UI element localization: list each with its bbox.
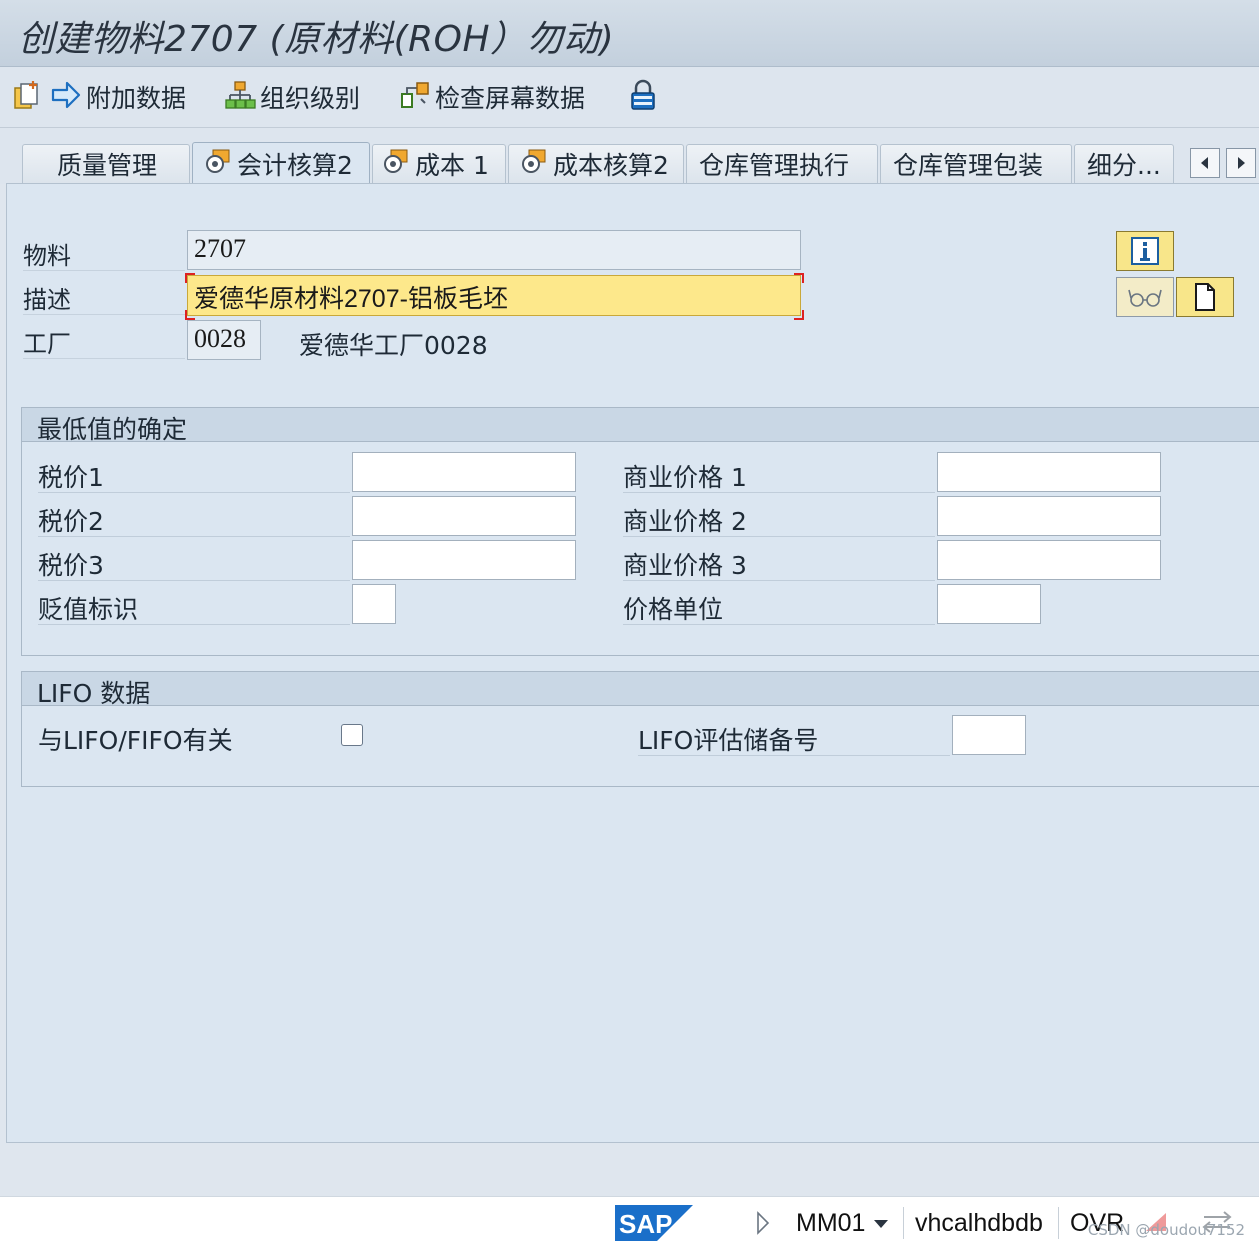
tab-label: 会计核算2 bbox=[237, 151, 353, 180]
settings-folder-icon bbox=[521, 148, 547, 180]
transaction-dropdown[interactable] bbox=[872, 1215, 890, 1234]
document-button[interactable] bbox=[1176, 277, 1234, 317]
focus-corner bbox=[794, 273, 804, 283]
settings-folder-icon bbox=[205, 148, 231, 180]
description-label: 描述 bbox=[23, 280, 185, 315]
arrow-right-icon bbox=[50, 79, 82, 115]
price-unit-field[interactable] bbox=[937, 584, 1041, 624]
info-button[interactable] bbox=[1116, 231, 1174, 271]
glasses-icon bbox=[1128, 289, 1162, 307]
tax-price-3-field[interactable] bbox=[352, 540, 576, 580]
tab-costing-1[interactable]: 成本 1 bbox=[372, 144, 506, 183]
tax-price-2-field[interactable] bbox=[352, 496, 576, 536]
tab-label: 仓库管理包装 bbox=[893, 151, 1044, 180]
sap-logo-text: SAP bbox=[619, 1209, 672, 1239]
caret-left-icon bbox=[1201, 157, 1208, 169]
caret-right-icon bbox=[1238, 157, 1245, 169]
lifo-pool-label: LIFO评估储备号 bbox=[638, 721, 950, 756]
tax-price-3-label: 税价3 bbox=[38, 546, 350, 581]
tab-label: 质量管理 bbox=[57, 151, 158, 180]
status-separator bbox=[903, 1207, 904, 1239]
title-bar: 创建物料2707 (原材料(ROH）勿动) bbox=[0, 0, 1259, 67]
new-entry-button[interactable] bbox=[12, 79, 44, 115]
tab-quality-management[interactable]: 质量管理 bbox=[22, 144, 190, 183]
tax-price-1-field[interactable] bbox=[352, 452, 576, 492]
tab-label: 仓库管理执行 bbox=[699, 151, 850, 180]
tab-more[interactable]: 细分... bbox=[1074, 144, 1174, 183]
lifo-relevant-checkbox[interactable] bbox=[341, 724, 363, 746]
check-screen-icon bbox=[399, 79, 431, 115]
chevron-down-icon bbox=[874, 1220, 888, 1228]
check-screen-data-button[interactable]: 检查屏幕数据 bbox=[399, 79, 585, 115]
document-icon bbox=[1195, 283, 1215, 311]
price-unit-label: 价格单位 bbox=[623, 590, 935, 625]
sap-logo: SAP bbox=[615, 1205, 693, 1241]
plant-field[interactable]: 0028 bbox=[187, 320, 261, 360]
transaction-code: MM01 bbox=[796, 1209, 866, 1237]
commercial-price-1-label: 商业价格 1 bbox=[623, 458, 935, 493]
org-levels-button[interactable]: 组织级别 bbox=[224, 79, 360, 115]
material-field[interactable]: 2707 bbox=[187, 230, 801, 270]
lifo-pool-field[interactable] bbox=[952, 715, 1026, 755]
lifo-data-group: LIFO 数据 与LIFO/FIFO有关 LIFO评估储备号 bbox=[21, 671, 1259, 787]
tab-label: 细分... bbox=[1087, 151, 1161, 180]
group-header: LIFO 数据 bbox=[22, 672, 1259, 708]
plant-label: 工厂 bbox=[23, 324, 185, 359]
tax-price-1-label: 税价1 bbox=[38, 458, 350, 493]
plant-name: 爱德华工厂0028 bbox=[299, 331, 488, 360]
status-bar: SAP MM01 vhcalhdbdb OVR CSDN @doudou7152 bbox=[0, 1196, 1259, 1248]
additional-data-label: 附加数据 bbox=[86, 84, 187, 113]
settings-folder-icon bbox=[383, 148, 409, 180]
info-icon bbox=[1131, 237, 1159, 265]
commercial-price-1-field[interactable] bbox=[937, 452, 1161, 492]
tab-strip: 质量管理 会计核算2 成本 1 成本核算2 仓库管理执行 仓库管理包装 细分..… bbox=[0, 128, 1259, 185]
commercial-price-3-field[interactable] bbox=[937, 540, 1161, 580]
commercial-price-3-label: 商业价格 3 bbox=[623, 546, 935, 581]
tab-scroll-right-button[interactable] bbox=[1226, 148, 1256, 178]
additional-data-button[interactable]: 附加数据 bbox=[50, 79, 186, 115]
org-hierarchy-icon bbox=[224, 79, 256, 115]
tab-label: 成本核算2 bbox=[553, 151, 669, 180]
devaluation-indicator-field[interactable] bbox=[352, 584, 396, 624]
devaluation-indicator-label: 贬值标识 bbox=[38, 590, 350, 625]
lowest-value-group: 最低值的确定 税价1 税价2 税价3 贬值标识 商业价格 1 商业价格 2 商业… bbox=[21, 407, 1259, 656]
lock-button[interactable] bbox=[627, 79, 659, 115]
tab-costing-2[interactable]: 成本核算2 bbox=[508, 144, 684, 183]
check-screen-data-label: 检查屏幕数据 bbox=[435, 84, 586, 113]
application-toolbar: 附加数据 组织级别 检查屏幕数据 bbox=[0, 67, 1259, 128]
status-expand-button[interactable] bbox=[755, 1211, 771, 1239]
tab-scroll-left-button[interactable] bbox=[1190, 148, 1220, 178]
focus-corner bbox=[185, 310, 195, 320]
status-separator bbox=[1058, 1207, 1059, 1239]
watermark: CSDN @doudou7152 bbox=[1087, 1221, 1245, 1239]
org-levels-label: 组织级别 bbox=[260, 84, 361, 113]
description-field[interactable]: 爱德华原材料2707-铝板毛坯 bbox=[187, 275, 801, 316]
tab-warehouse-execution[interactable]: 仓库管理执行 bbox=[686, 144, 878, 183]
commercial-price-2-label: 商业价格 2 bbox=[623, 502, 935, 537]
lifo-relevant-label: 与LIFO/FIFO有关 bbox=[38, 726, 233, 755]
tax-price-2-label: 税价2 bbox=[38, 502, 350, 537]
tab-warehouse-packaging[interactable]: 仓库管理包装 bbox=[880, 144, 1072, 183]
tab-label: 成本 1 bbox=[415, 151, 489, 180]
material-label: 物料 bbox=[23, 236, 185, 271]
play-icon bbox=[757, 1211, 770, 1235]
group-title: LIFO 数据 bbox=[37, 679, 151, 708]
glasses-display-button[interactable] bbox=[1116, 277, 1174, 317]
focus-corner bbox=[794, 310, 804, 320]
window-title: 创建物料2707 (原材料(ROH）勿动) bbox=[18, 19, 615, 60]
system-name: vhcalhdbdb bbox=[915, 1209, 1043, 1237]
lock-icon bbox=[627, 78, 659, 116]
focus-corner bbox=[185, 273, 195, 283]
commercial-price-2-field[interactable] bbox=[937, 496, 1161, 536]
new-entry-icon bbox=[12, 79, 44, 115]
tab-accounting-2[interactable]: 会计核算2 bbox=[192, 142, 370, 185]
group-title: 最低值的确定 bbox=[37, 415, 188, 444]
tab-content-panel: 物料 2707 描述 爱德华原材料2707-铝板毛坯 工厂 0028 爱德华工厂… bbox=[6, 183, 1259, 1143]
group-header: 最低值的确定 bbox=[22, 408, 1259, 444]
